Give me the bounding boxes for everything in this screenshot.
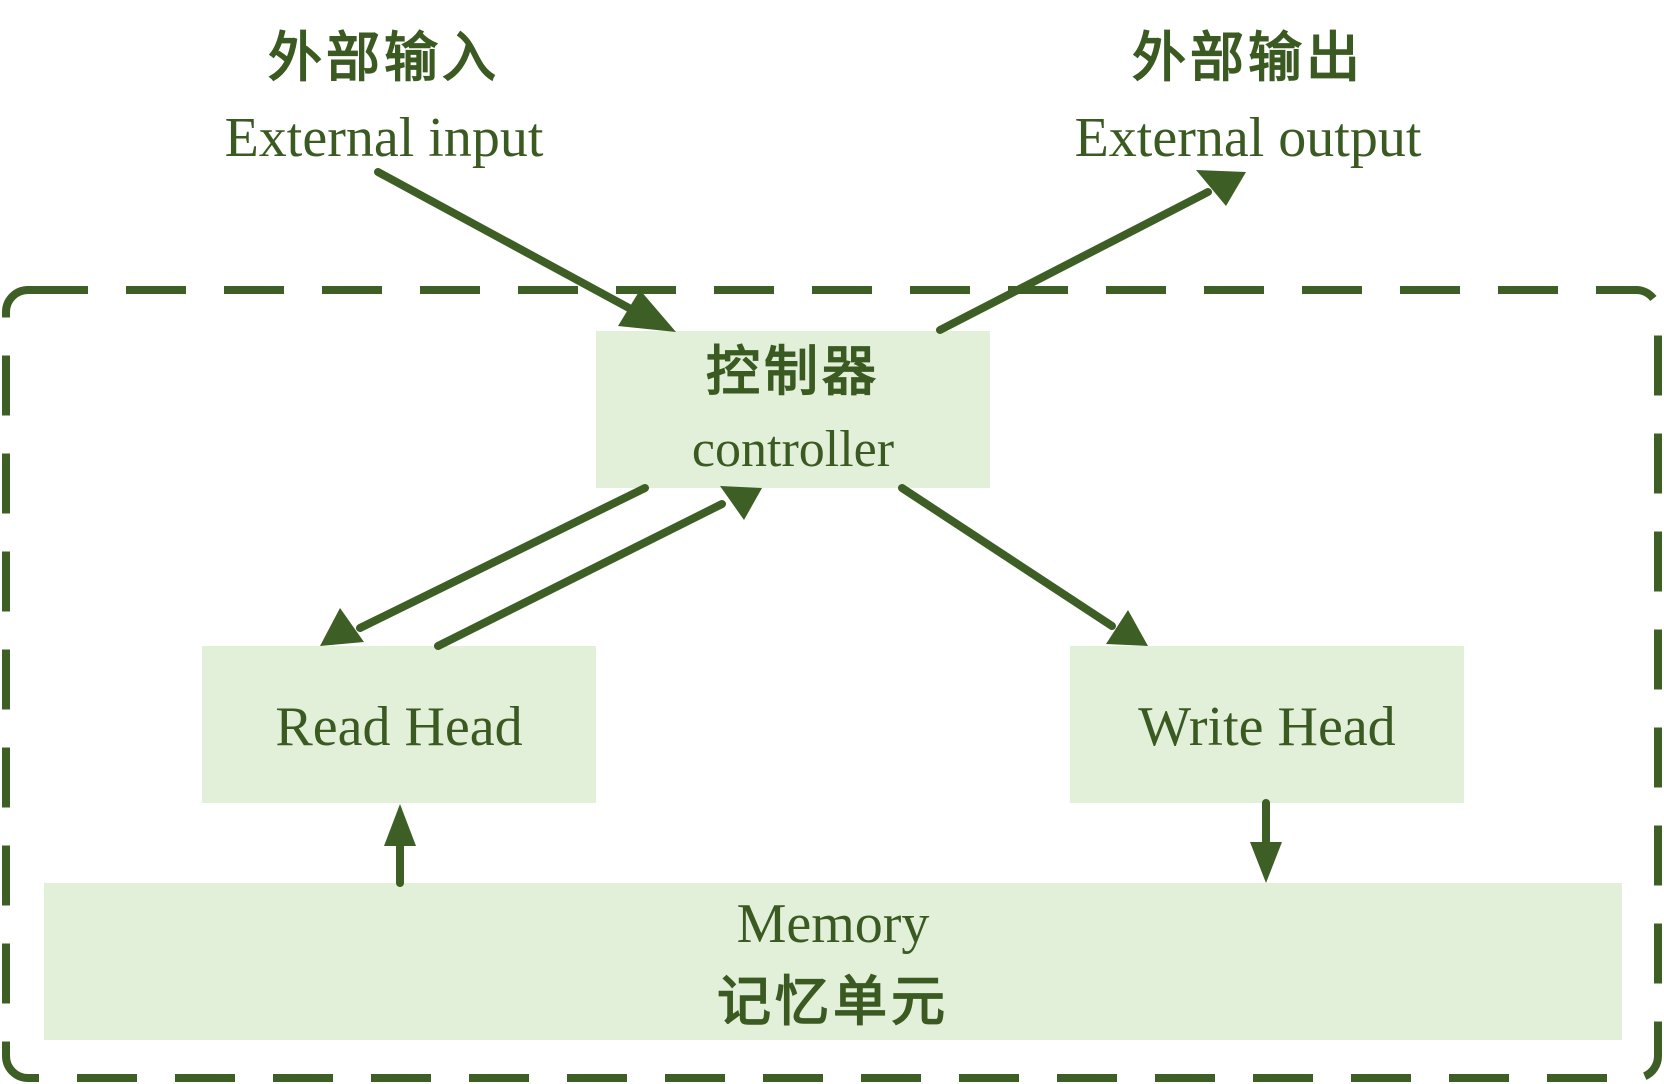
external-output-label-cn: 外部输出 (1132, 25, 1364, 89)
arrow-external-input-to-controller (374, 168, 676, 332)
read-head-label: Read Head (275, 696, 522, 758)
external-input-label-en: External input (225, 107, 544, 169)
external-input-label-cn: 外部输入 (268, 25, 500, 89)
memory-label-en: Memory (737, 893, 930, 955)
external-output-label-en: External output (1075, 107, 1422, 169)
turing-machine-diagram: 外部输入 External input 外部输出 External output… (0, 0, 1664, 1084)
diagram-canvas: 外部输入 External input 外部输出 External output… (2, 25, 1662, 1082)
arrow-write-head-to-memory (1250, 799, 1282, 883)
write-head-label: Write Head (1138, 696, 1395, 758)
arrow-controller-to-write-head (898, 484, 1148, 646)
arrow-memory-to-read-head (384, 804, 416, 887)
controller-label-en: controller (692, 421, 894, 478)
controller-label-cn: 控制器 (706, 339, 880, 403)
memory-label-cn: 记忆单元 (717, 969, 949, 1033)
arrow-controller-to-external-output (936, 170, 1246, 334)
